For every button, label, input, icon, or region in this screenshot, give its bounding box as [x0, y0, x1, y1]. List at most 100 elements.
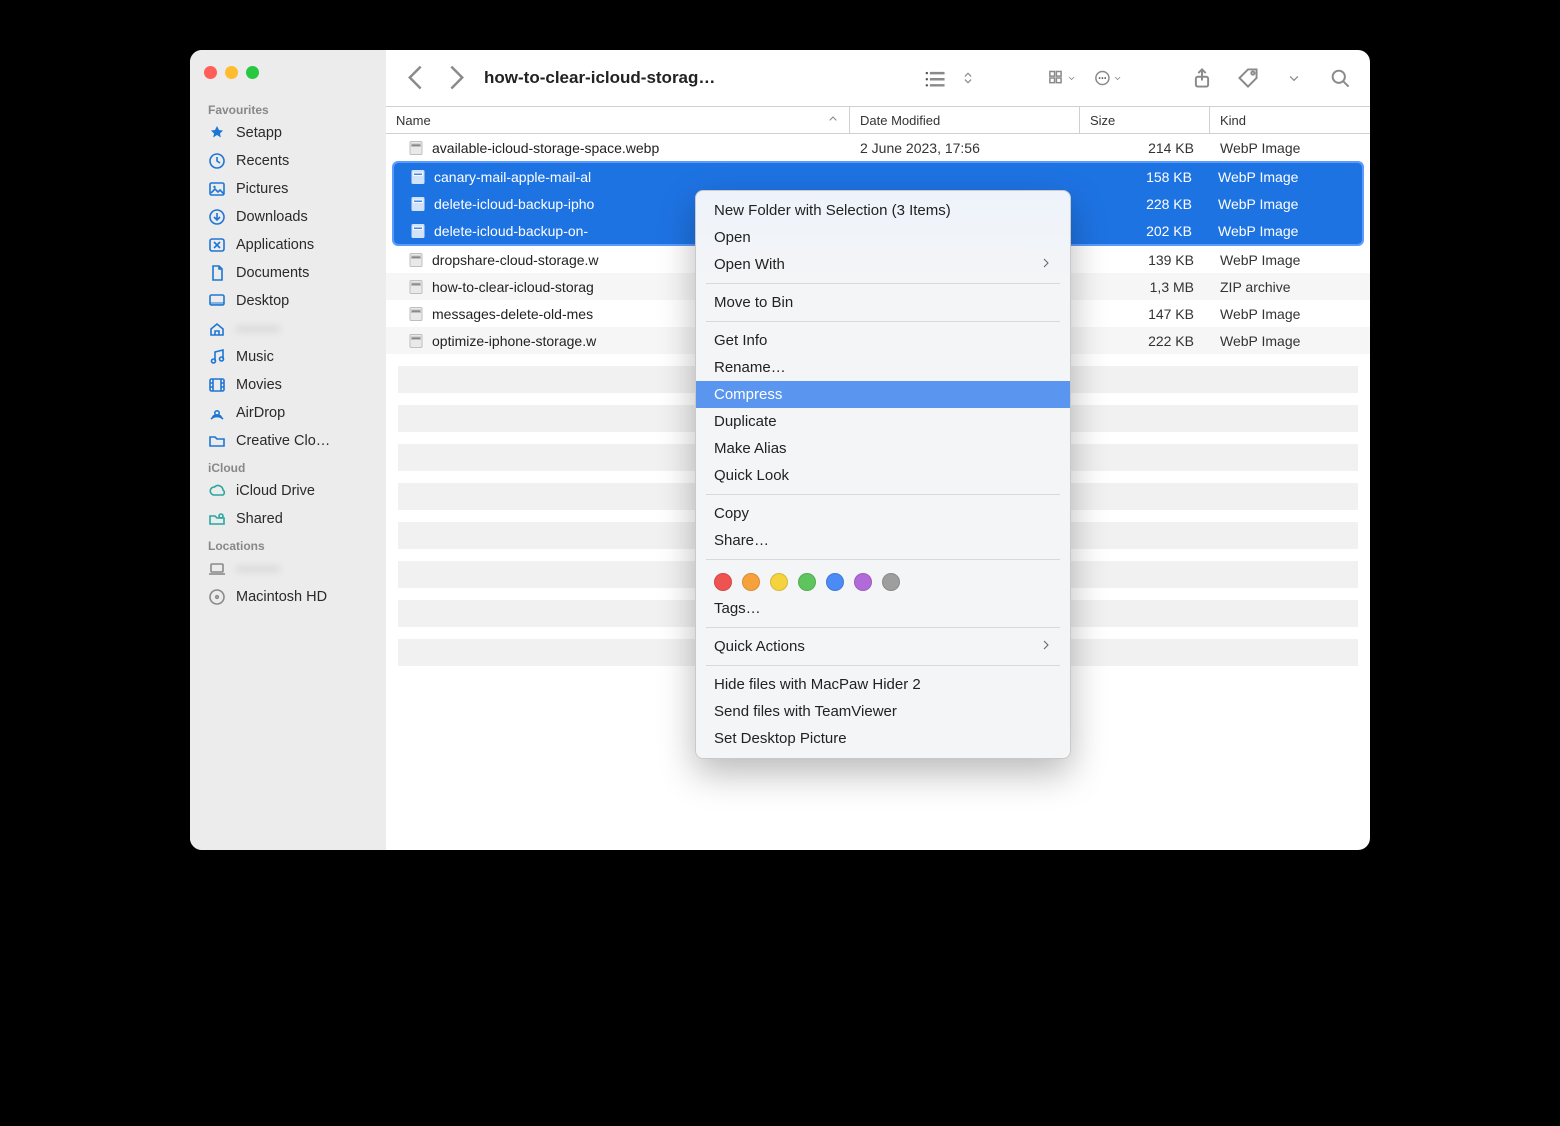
menu-item-label: Share…: [714, 532, 769, 549]
menu-item[interactable]: Share…: [696, 527, 1070, 554]
menu-item[interactable]: Quick Actions: [696, 633, 1070, 660]
menu-item[interactable]: Rename…: [696, 354, 1070, 381]
sidebar-item-label: Recents: [236, 153, 289, 169]
sidebar-item[interactable]: Documents: [200, 259, 376, 287]
share-button[interactable]: [1188, 64, 1216, 92]
context-menu[interactable]: New Folder with Selection (3 Items) Open O…: [695, 190, 1071, 759]
sidebar-item[interactable]: AirDrop: [200, 399, 376, 427]
menu-item-label: Set Desktop Picture: [714, 730, 847, 747]
menu-separator: [706, 559, 1060, 560]
menu-item[interactable]: Duplicate: [696, 408, 1070, 435]
menu-item[interactable]: Tags…: [696, 595, 1070, 622]
window-title: how-to-clear-icloud-storag…: [484, 68, 715, 88]
sidebar-item-label: ———: [236, 561, 280, 577]
file-row[interactable]: available-icloud-storage-space.webp2 Jun…: [386, 134, 1370, 161]
file-kind: WebP Image: [1208, 169, 1364, 185]
file-kind: WebP Image: [1210, 252, 1370, 268]
folder-icon: [208, 432, 226, 450]
menu-item[interactable]: Quick Look: [696, 462, 1070, 489]
menu-item[interactable]: Copy: [696, 500, 1070, 527]
file-kind: WebP Image: [1210, 333, 1370, 349]
menu-item-label: New Folder with Selection (3 Items): [714, 202, 951, 219]
menu-item[interactable]: Send files with TeamViewer: [696, 698, 1070, 725]
sidebar-item[interactable]: Shared: [200, 505, 376, 533]
menu-item[interactable]: Open With: [696, 251, 1070, 278]
menu-item[interactable]: Make Alias: [696, 435, 1070, 462]
menu-item[interactable]: Compress: [696, 381, 1070, 408]
menu-separator: [706, 283, 1060, 284]
menu-item[interactable]: Open: [696, 224, 1070, 251]
tag-color[interactable]: [826, 573, 844, 591]
movies-icon: [208, 376, 226, 394]
toolbar: how-to-clear-icloud-storag…: [386, 50, 1370, 106]
chevron-right-icon: [1040, 256, 1052, 273]
menu-separator: [706, 627, 1060, 628]
file-name: how-to-clear-icloud-storag: [432, 279, 594, 295]
tags-button[interactable]: [1234, 64, 1262, 92]
close-window-button[interactable]: [204, 66, 217, 79]
sidebar-item[interactable]: ———: [200, 315, 376, 343]
menu-item[interactable]: New Folder with Selection (3 Items): [696, 197, 1070, 224]
tag-color[interactable]: [798, 573, 816, 591]
sidebar-item-label: Music: [236, 349, 274, 365]
download-icon: [208, 208, 226, 226]
overflow-button[interactable]: [1280, 64, 1308, 92]
menu-item-label: Copy: [714, 505, 749, 522]
sidebar-item[interactable]: Pictures: [200, 175, 376, 203]
tag-color[interactable]: [770, 573, 788, 591]
menu-item[interactable]: Hide files with MacPaw Hider 2: [696, 671, 1070, 698]
column-date[interactable]: Date Modified: [850, 107, 1080, 133]
action-menu-button[interactable]: [1094, 64, 1122, 92]
sidebar-item[interactable]: ———: [200, 555, 376, 583]
file-size: 228 KB: [1078, 196, 1208, 212]
sidebar-item[interactable]: Desktop: [200, 287, 376, 315]
minimize-window-button[interactable]: [225, 66, 238, 79]
sidebar-item[interactable]: Macintosh HD: [200, 583, 376, 611]
file-name: dropshare-cloud-storage.w: [432, 252, 599, 268]
column-kind[interactable]: Kind: [1210, 107, 1370, 133]
sidebar-item[interactable]: Applications: [200, 231, 376, 259]
tag-color[interactable]: [742, 573, 760, 591]
search-button[interactable]: [1326, 64, 1354, 92]
group-button[interactable]: [1048, 64, 1076, 92]
view-sort-toggle[interactable]: [954, 64, 982, 92]
sidebar-item[interactable]: Movies: [200, 371, 376, 399]
menu-item[interactable]: Get Info: [696, 327, 1070, 354]
tag-color[interactable]: [854, 573, 872, 591]
sidebar-item[interactable]: Downloads: [200, 203, 376, 231]
file-name: canary-mail-apple-mail-al: [434, 169, 591, 185]
airdrop-icon: [208, 404, 226, 422]
menu-item[interactable]: Set Desktop Picture: [696, 725, 1070, 752]
cloud-icon: [208, 482, 226, 500]
back-button[interactable]: [402, 64, 430, 92]
tag-color-row: [696, 565, 1070, 595]
sidebar-item[interactable]: Setapp: [200, 119, 376, 147]
zoom-window-button[interactable]: [246, 66, 259, 79]
sidebar-item[interactable]: Recents: [200, 147, 376, 175]
file-name: optimize-iphone-storage.w: [432, 333, 596, 349]
column-name[interactable]: Name: [386, 107, 850, 133]
file-kind: WebP Image: [1208, 196, 1364, 212]
menu-item-label: Send files with TeamViewer: [714, 703, 897, 720]
file-size: 147 KB: [1080, 306, 1210, 322]
sidebar-item[interactable]: iCloud Drive: [200, 477, 376, 505]
menu-separator: [706, 665, 1060, 666]
menu-item-label: Open: [714, 229, 751, 246]
sidebar-item-label: Setapp: [236, 125, 282, 141]
tag-color[interactable]: [714, 573, 732, 591]
file-row[interactable]: canary-mail-apple-mail-al158 KBWebP Imag…: [392, 163, 1364, 190]
sidebar-item[interactable]: Music: [200, 343, 376, 371]
sidebar-item-label: Creative Clo…: [236, 433, 330, 449]
window-controls: [200, 64, 376, 97]
chevron-right-icon: [1040, 638, 1052, 655]
forward-button[interactable]: [442, 64, 470, 92]
sidebar-item-label: iCloud Drive: [236, 483, 315, 499]
menu-item[interactable]: Move to Bin: [696, 289, 1070, 316]
tag-color[interactable]: [882, 573, 900, 591]
sidebar-item[interactable]: Creative Clo…: [200, 427, 376, 455]
view-list-button[interactable]: [922, 64, 950, 92]
column-size[interactable]: Size: [1080, 107, 1210, 133]
file-size: 214 KB: [1080, 140, 1210, 156]
menu-item-label: Rename…: [714, 359, 786, 376]
applications-icon: [208, 236, 226, 254]
